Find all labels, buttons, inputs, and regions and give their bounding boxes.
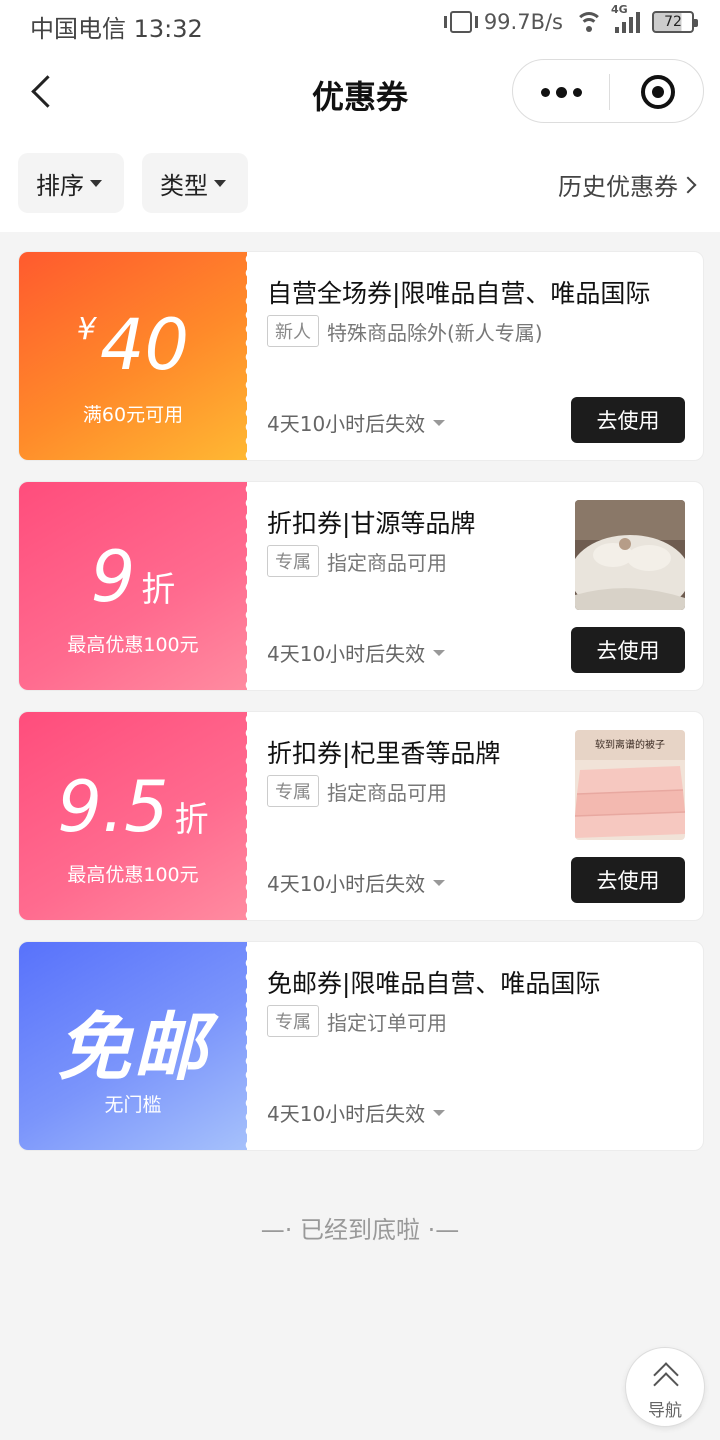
coupon-value-panel: 9折 最高优惠100元 — [19, 482, 247, 690]
coupon-details: 折扣券|甘源等品牌 专属 指定商品可用 4天10小时后失效 去使用 — [267, 482, 703, 690]
type-label: 类型 — [160, 171, 208, 200]
caret-down-icon — [433, 649, 446, 656]
coupon-amount: 40 — [100, 304, 190, 386]
coupon-condition: 最高优惠100元 — [67, 864, 199, 886]
expiry-text: 4天10小时后失效 — [267, 1102, 426, 1126]
more-icon[interactable] — [539, 81, 589, 101]
end-of-list-text: —· 已经到底啦 ·— — [260, 1216, 460, 1244]
product-image[interactable]: 软到离谱的被子 — [575, 730, 685, 840]
coupon-perforation — [239, 942, 251, 1150]
coupon-amount: 9.5 — [57, 766, 169, 848]
coupon-value: 9.5 折 — [19, 766, 247, 848]
caret-down-icon — [433, 879, 446, 886]
coupon-tag: 专属 — [267, 775, 319, 807]
caret-down-icon — [433, 1109, 446, 1116]
coupon-tag: 专属 — [267, 1005, 319, 1037]
coupon-perforation — [239, 482, 251, 690]
coupon-name: 折扣券|杞里香等品牌 — [267, 739, 501, 768]
expiry-text: 4天10小时后失效 — [267, 642, 426, 666]
coupon-card: 9.5 折 最高优惠100元 折扣券|杞里香等品牌 专属 指定商品可用 软到离谱的… — [18, 711, 704, 921]
coupon-value-panel: 9.5 折 最高优惠100元 — [19, 712, 247, 920]
coupon-tag: 新人 — [267, 315, 319, 347]
expiry-text: 4天10小时后失效 — [267, 872, 426, 896]
coupon-tag: 专属 — [267, 545, 319, 577]
coupon-details: 自营全场券|限唯品自营、唯品国际 新人 特殊商品除外(新人专属) 4天10小时后… — [267, 252, 703, 460]
use-coupon-button[interactable]: 去使用 — [571, 857, 685, 903]
filter-bar: 排序 类型 历史优惠券 — [0, 136, 720, 232]
history-coupons-link[interactable]: 历史优惠券 — [558, 167, 697, 202]
coupon-scope: 特殊商品除外(新人专属) — [327, 320, 543, 345]
coupon-expiry[interactable]: 4天10小时后失效 — [267, 408, 446, 437]
chevron-right-icon — [679, 176, 697, 193]
coupon-name: 免邮券|限唯品自营、唯品国际 — [267, 969, 601, 998]
capsule-divider — [609, 74, 610, 110]
caret-down-icon — [214, 179, 226, 187]
coupon-name: 折扣券|甘源等品牌 — [267, 509, 476, 538]
status-bar: 中国电信 13:32 99.7B/s 4G 72 — [0, 0, 720, 50]
close-mini-program-icon[interactable] — [641, 75, 675, 109]
battery-icon: 72 — [652, 11, 698, 33]
coupon-value: 免邮 — [19, 988, 247, 1095]
use-coupon-button[interactable]: 去使用 — [571, 627, 685, 673]
expiry-text: 4天10小时后失效 — [267, 412, 426, 436]
coupon-card: ¥40 满60元可用 自营全场券|限唯品自营、唯品国际 新人 特殊商品除外(新人… — [18, 251, 704, 461]
coupon-value: 9折 — [19, 536, 247, 618]
navigation-float-button[interactable]: 导航 — [625, 1347, 705, 1427]
coupon-expiry[interactable]: 4天10小时后失效 — [267, 1098, 446, 1127]
vibrate-icon — [443, 11, 478, 33]
coupon-amount: 9 — [90, 536, 136, 618]
coupon-value-panel: ¥40 满60元可用 — [19, 252, 247, 460]
coupon-value-panel: 免邮 无门槛 — [19, 942, 247, 1150]
navigation-bar: 优惠券 — [0, 50, 720, 136]
coupon-scope: 指定订单可用 — [327, 1010, 447, 1035]
image-caption: 软到离谱的被子 — [595, 738, 665, 751]
type-dropdown[interactable]: 类型 — [142, 153, 248, 213]
carrier-time: 中国电信 13:32 — [30, 15, 203, 43]
mini-program-capsule — [512, 59, 704, 123]
coupon-scope: 指定商品可用 — [327, 550, 447, 575]
nav-label: 导航 — [648, 1401, 682, 1421]
coupon-expiry[interactable]: 4天10小时后失效 — [267, 638, 446, 667]
sort-label: 排序 — [36, 171, 84, 200]
coupon-condition: 最高优惠100元 — [67, 634, 199, 656]
coupon-card: 9折 最高优惠100元 折扣券|甘源等品牌 专属 指定商品可用 4天10小时后失… — [18, 481, 704, 691]
coupon-name: 自营全场券|限唯品自营、唯品国际 — [267, 279, 651, 308]
coupon-amount: 免邮 — [57, 1005, 209, 1091]
coupon-perforation — [239, 712, 251, 920]
sort-dropdown[interactable]: 排序 — [18, 153, 124, 213]
coupon-details: 免邮券|限唯品自营、唯品国际 专属 指定订单可用 4天10小时后失效 — [267, 942, 703, 1150]
discount-unit: 折 — [141, 570, 176, 610]
coupon-expiry[interactable]: 4天10小时后失效 — [267, 868, 446, 897]
double-chevron-up-icon — [653, 1362, 679, 1398]
history-label: 历史优惠券 — [558, 173, 678, 201]
signal-icon: 4G — [611, 3, 640, 33]
currency-symbol: ¥ — [76, 312, 96, 347]
coupon-condition: 无门槛 — [104, 1094, 162, 1116]
coupon-scope: 指定商品可用 — [327, 780, 447, 805]
product-image[interactable] — [575, 500, 685, 610]
coupon-perforation — [239, 252, 251, 460]
network-speed: 99.7B/s — [483, 10, 563, 34]
coupon-card: 免邮 无门槛 免邮券|限唯品自营、唯品国际 专属 指定订单可用 4天10小时后失… — [18, 941, 704, 1151]
caret-down-icon — [90, 179, 102, 187]
discount-unit: 折 — [174, 800, 209, 840]
coupon-details: 折扣券|杞里香等品牌 专属 指定商品可用 软到离谱的被子 4天10小时后失效 去… — [267, 712, 703, 920]
coupon-condition: 满60元可用 — [82, 404, 184, 426]
coupon-value: ¥40 — [19, 304, 247, 386]
caret-down-icon — [433, 419, 446, 426]
network-type: 4G — [611, 3, 628, 16]
wifi-icon — [575, 12, 603, 32]
use-coupon-button[interactable]: 去使用 — [571, 397, 685, 443]
